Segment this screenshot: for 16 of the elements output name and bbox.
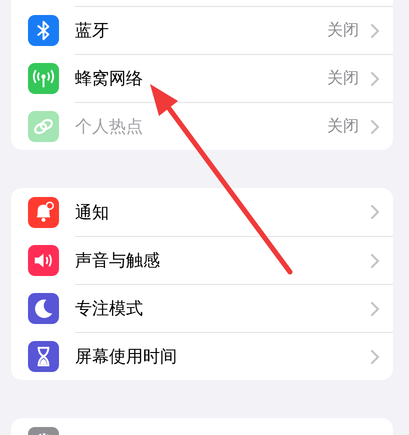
chevron-icon[interactable] — [371, 120, 379, 134]
chevron-icon[interactable] — [371, 254, 379, 268]
setting-value: 关闭 — [327, 20, 359, 41]
chevron-icon[interactable] — [371, 302, 379, 316]
setting-value: 关闭 — [327, 68, 359, 89]
setting-label[interactable]: 蜂窝网络 — [75, 67, 327, 90]
chevron-icon[interactable] — [371, 205, 379, 219]
chevron-icon[interactable] — [371, 72, 379, 86]
setting-label[interactable]: 声音与触感 — [75, 249, 371, 272]
setting-label[interactable]: 专注模式 — [75, 297, 371, 320]
setting-label[interactable]: 屏幕使用时间 — [75, 345, 371, 368]
setting-label[interactable]: 通知 — [75, 200, 371, 224]
setting-value: 关闭 — [327, 116, 359, 137]
setting-label[interactable]: 蓝牙 — [75, 19, 327, 42]
chevron-icon[interactable] — [371, 350, 379, 364]
chevron-icon[interactable] — [371, 24, 379, 38]
